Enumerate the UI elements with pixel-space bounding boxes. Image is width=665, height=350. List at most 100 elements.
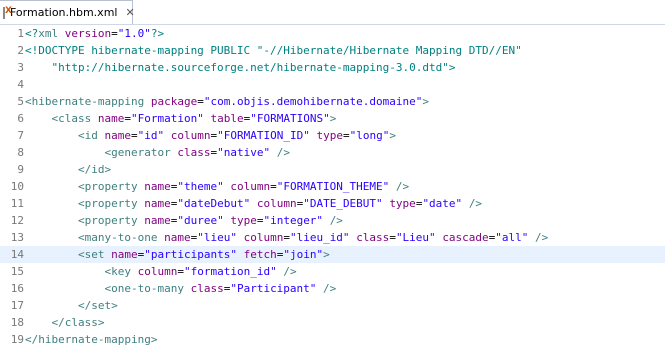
code-token: column	[256, 197, 297, 210]
code-text: <property name="duree" type="integer" />	[25, 212, 343, 229]
code-token: fetch	[243, 248, 277, 261]
code-line[interactable]: 15 <key column="formation_id" />	[0, 263, 665, 280]
code-token: >	[323, 248, 330, 261]
code-text: <class name="Formation" table="FORMATION…	[25, 110, 337, 127]
code-line[interactable]: 8 <generator class="native" />	[0, 144, 665, 161]
code-text: <!DOCTYPE hibernate-mapping PUBLIC "-//H…	[25, 42, 522, 59]
code-token: "DATE_DEBUT"	[303, 197, 383, 210]
code-line[interactable]: 17 </set>	[0, 297, 665, 314]
code-line[interactable]: 19 </hibernate-mapping>	[0, 331, 665, 348]
line-number: 12	[10, 214, 24, 227]
code-token: "formation_id"	[183, 265, 277, 278]
xml-file-icon	[3, 6, 12, 19]
code-token: <one-to-many	[104, 282, 191, 295]
code-line[interactable]: 14 <set name="participants" fetch="join"…	[0, 246, 665, 263]
code-token: <hibernate-mapping	[25, 95, 151, 108]
code-token: =	[111, 27, 118, 40]
code-token: <property	[77, 180, 145, 193]
code-token: />	[276, 146, 290, 159]
xml-editor[interactable]: 1 <?xml version="1.0"?> 2 <!DOCTYPE hiberna…	[0, 25, 665, 350]
code-token: </set>	[77, 299, 118, 312]
code-line[interactable]: 2 <!DOCTYPE hibernate-mapping PUBLIC "-//…	[0, 42, 665, 59]
code-token: =	[283, 231, 290, 244]
code-line[interactable]: 18 </class>	[0, 314, 665, 331]
code-token: name	[164, 231, 191, 244]
code-token: <set	[77, 248, 112, 261]
code-line[interactable]: 7 <id name="id" column="FORMATION_ID" ty…	[0, 127, 665, 144]
code-token: "all"	[495, 231, 529, 244]
code-token: column	[137, 265, 178, 278]
code-token: >	[389, 129, 396, 142]
code-token: type	[316, 129, 343, 142]
code-token: "duree"	[177, 214, 224, 227]
code-token: <!DOCTYPE hibernate-mapping PUBLIC "-//H…	[25, 44, 522, 57]
code-token: ?>	[150, 27, 165, 40]
line-number: 9	[17, 163, 24, 176]
code-token: version	[64, 27, 112, 40]
line-number: 7	[17, 129, 24, 142]
code-line[interactable]: 10 <property name="theme" column="FORMAT…	[0, 178, 665, 195]
code-token: column	[170, 129, 211, 142]
code-text: <one-to-many class="Participant" />	[25, 280, 336, 297]
tab-formation-hbm-xml[interactable]: Formation.hbm.xml ✕	[0, 0, 135, 24]
code-line[interactable]: 6 <class name="Formation" table="FORMATI…	[0, 110, 665, 127]
close-icon[interactable]: ✕	[125, 6, 134, 19]
code-token: "FORMATION_ID"	[217, 129, 310, 142]
line-number: 1	[17, 27, 24, 40]
code-token: />	[535, 231, 549, 244]
line-number: 8	[17, 146, 24, 159]
code-token: "theme"	[177, 180, 224, 193]
editor-tab-bar: Formation.hbm.xml ✕	[0, 0, 665, 25]
code-token: =	[197, 95, 204, 108]
code-token: name	[144, 180, 171, 193]
code-line[interactable]: 16 <one-to-many class="Participant" />	[0, 280, 665, 297]
code-token: table	[210, 112, 244, 125]
code-token: <?	[25, 27, 39, 40]
line-number: 16	[10, 282, 24, 295]
tab-label: Formation.hbm.xml	[10, 6, 118, 19]
code-token: <class	[51, 112, 98, 125]
code-text: <?xml version="1.0"?>	[25, 25, 164, 42]
code-line[interactable]: 12 <property name="duree" type="integer"…	[0, 212, 665, 229]
code-line[interactable]: 13 <many-to-one name="lieu" column="lieu…	[0, 229, 665, 246]
code-line[interactable]: 9 </id>	[0, 161, 665, 178]
code-line[interactable]: 11 <property name="dateDebut" column="DA…	[0, 195, 665, 212]
code-line[interactable]: 4	[0, 76, 665, 93]
code-line[interactable]: 5 <hibernate-mapping package="com.objis.d…	[0, 93, 665, 110]
code-token: name	[97, 112, 125, 125]
code-token: <many-to-one	[77, 231, 165, 244]
code-token: "FORMATION_THEME"	[276, 180, 390, 193]
code-token: name	[104, 129, 131, 142]
code-text: <hibernate-mapping package="com.objis.de…	[25, 93, 429, 110]
line-number: 5	[17, 95, 24, 108]
code-line[interactable]: 1 <?xml version="1.0"?>	[0, 25, 665, 42]
code-token: =	[270, 180, 277, 193]
code-line[interactable]: 3 "http://hibernate.sourceforge.net/hibe…	[0, 59, 665, 76]
code-text: <many-to-one name="lieu" column="lieu_id…	[25, 229, 548, 246]
code-token: =	[130, 129, 138, 142]
code-token: </id>	[77, 163, 112, 176]
line-number: 6	[17, 112, 24, 125]
code-token: name	[144, 214, 171, 227]
code-text: <property name="dateDebut" column="DATE_…	[25, 195, 482, 212]
code-token: column	[243, 231, 284, 244]
code-token: column	[230, 180, 271, 193]
line-number: 19	[10, 333, 24, 346]
code-token: >	[422, 95, 429, 108]
code-token: <generator	[104, 146, 178, 159]
code-token: "participants"	[144, 248, 237, 261]
code-token: <property	[77, 214, 145, 227]
line-number: 14	[10, 248, 24, 261]
line-number: 17	[10, 299, 24, 312]
